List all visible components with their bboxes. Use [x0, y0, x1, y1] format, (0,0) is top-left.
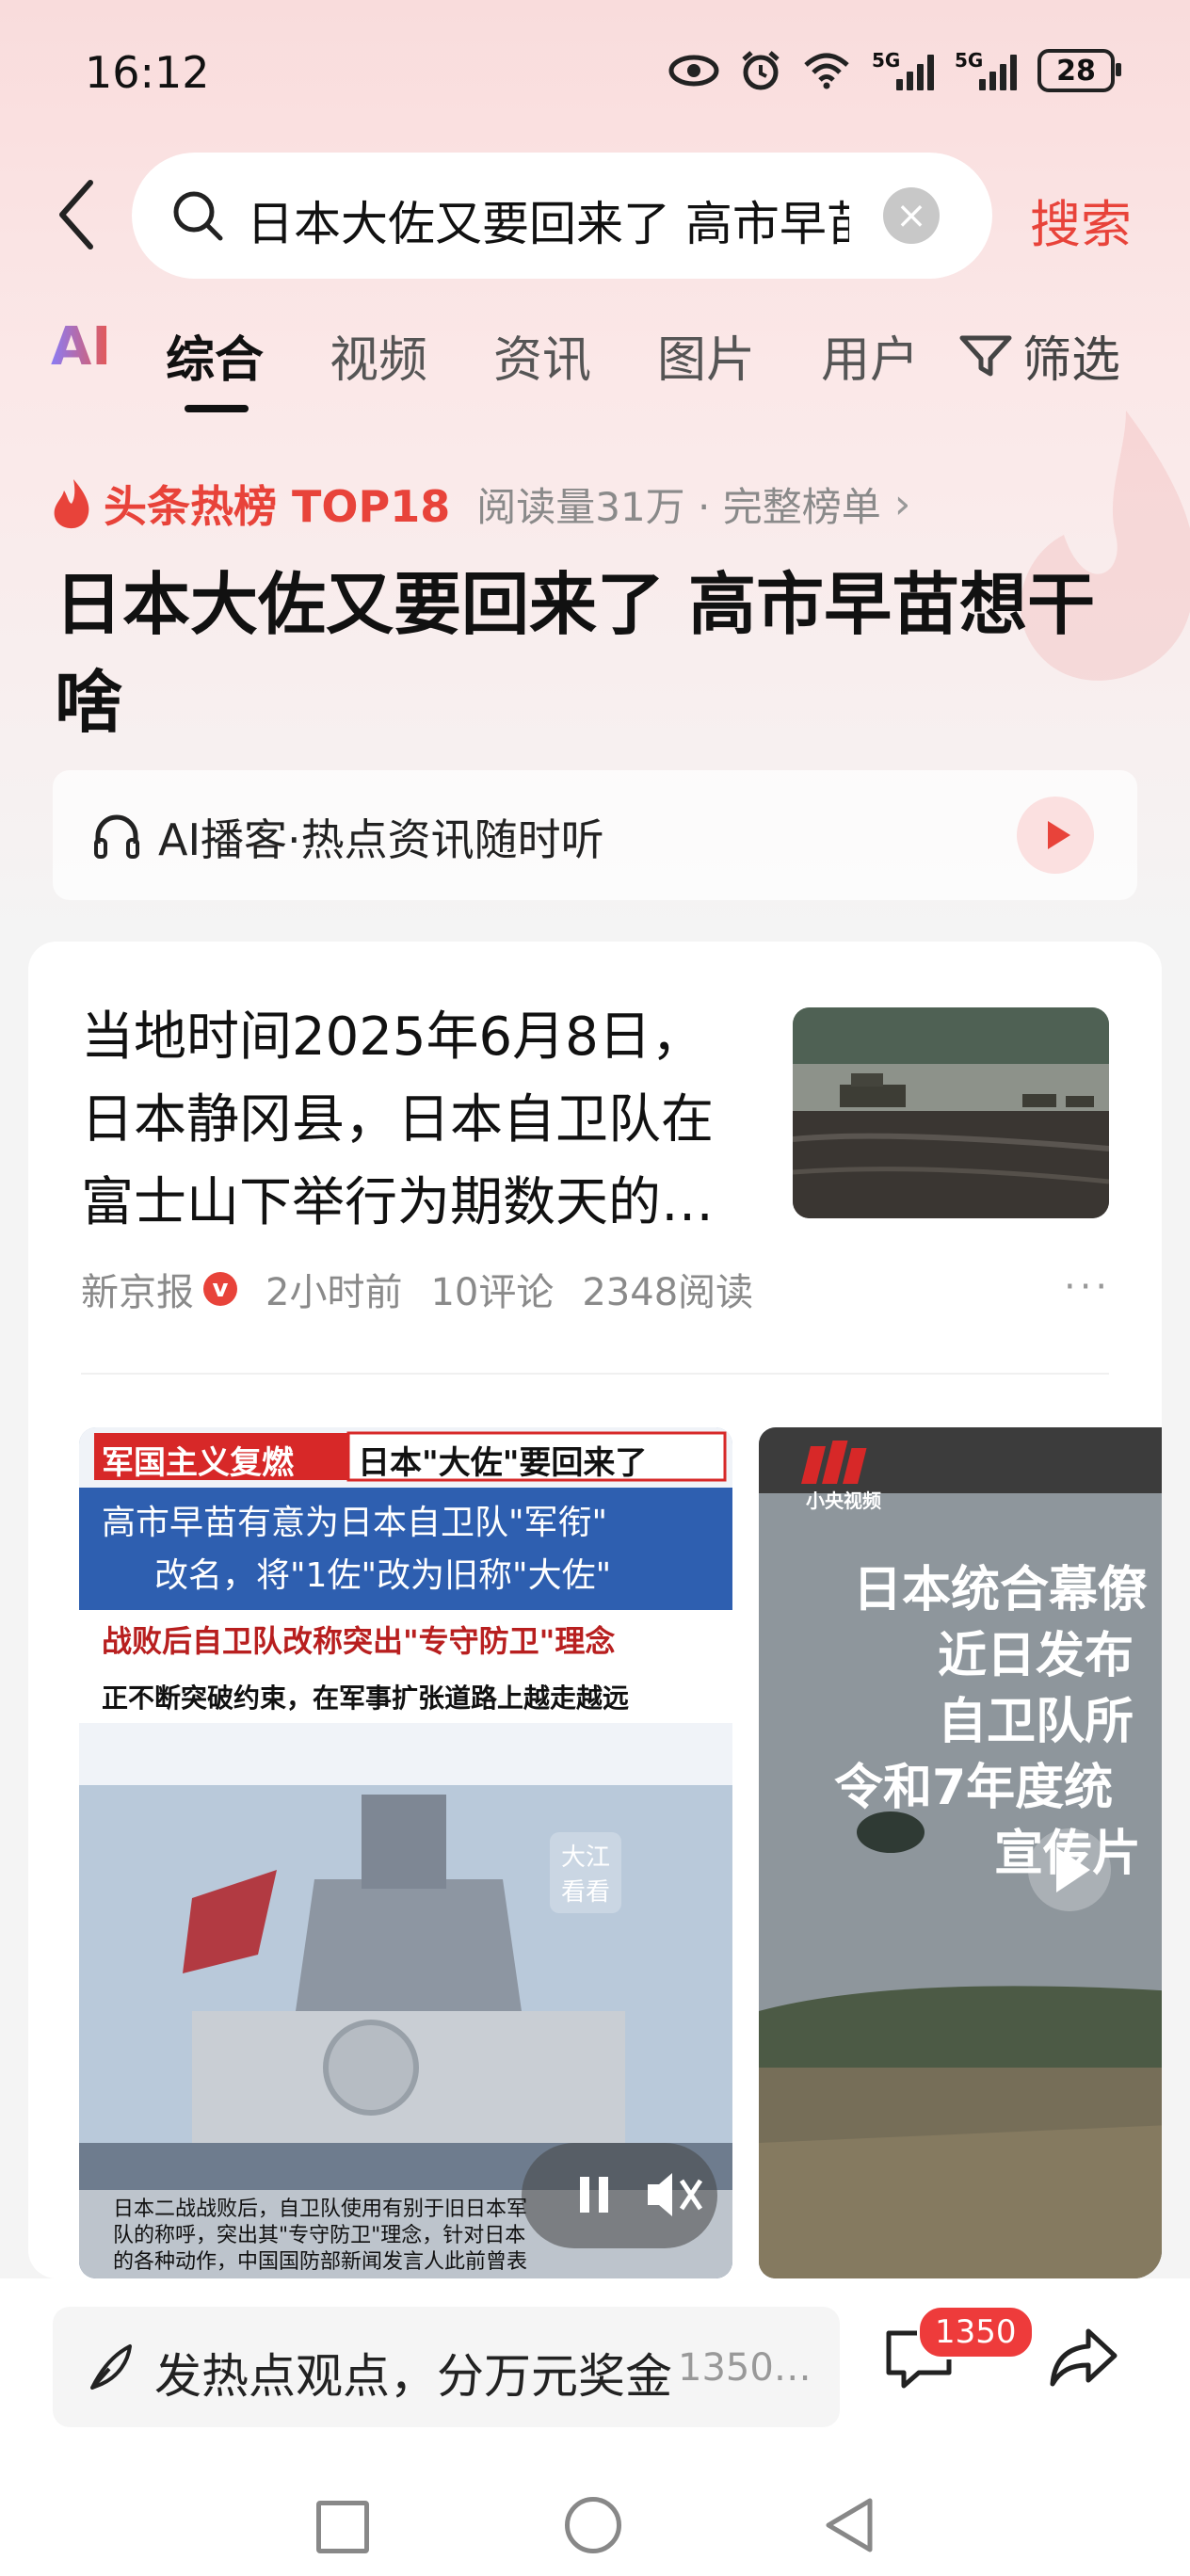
filter-icon: [959, 335, 1012, 376]
wifi-icon: [804, 53, 849, 89]
tab-video[interactable]: 视频: [330, 320, 427, 391]
article-line: 日本静冈县，日本自卫队在: [81, 1089, 714, 1151]
filter-label: 筛选: [1022, 332, 1121, 389]
tab-comprehensive[interactable]: 综合: [166, 320, 264, 391]
comment-count: 10评论: [430, 1271, 555, 1314]
back-arrow-icon[interactable]: [53, 177, 105, 252]
video-subtitle: 高市早苗有意为日本自卫队"军衔": [102, 1504, 608, 1542]
divider: [81, 1373, 1109, 1375]
ai-podcast-bar[interactable]: AI播客·热点资讯随时听: [53, 770, 1137, 900]
search-query[interactable]: 日本大佐又要回来了 高市早苗想干啥: [247, 186, 849, 245]
eye-icon: [668, 55, 719, 87]
status-bar: 16:12 5G 5G 28: [0, 0, 1190, 151]
chevron-right-icon: ›: [893, 479, 911, 528]
tab-ai[interactable]: AI: [51, 316, 111, 378]
system-back-button[interactable]: [821, 2495, 877, 2555]
tank-field-image: [793, 1007, 1109, 1218]
comment-count-preview: 1350…: [678, 2346, 812, 2390]
cellular-signal-icon: 5G: [955, 49, 1017, 90]
hot-rank-row[interactable]: 头条热榜 TOP18 阅读量31万 · 完整榜单 ›: [51, 473, 910, 535]
bottom-action-bar: 发热点观点，分万元奖金 1350… 1350: [0, 2278, 1190, 2576]
topic-headline: 日本大佐又要回来了 高市早苗想干啥: [55, 565, 1096, 742]
read-count: 2348阅读: [582, 1271, 754, 1314]
cellular-signal-icon: 5G: [872, 49, 934, 90]
active-tab-indicator: [185, 405, 249, 412]
video-subtitle: 改名，将"1佐"改为旧称"大佐": [154, 1556, 612, 1595]
hot-rank-label: 头条热榜 TOP18: [104, 481, 451, 532]
article-meta: 新京报 v 2小时前 10评论 2348阅读: [81, 1262, 753, 1316]
search-input[interactable]: 日本大佐又要回来了 高市早苗想干啥 ×: [132, 153, 992, 279]
alarm-icon: [742, 51, 780, 90]
video-banner-tag: 军国主义复燃: [102, 1444, 294, 1482]
home-button[interactable]: [565, 2497, 621, 2553]
video-title-line: 自卫队所: [938, 1694, 1134, 1750]
verified-icon: v: [203, 1272, 237, 1306]
article-line: 当地时间2025年6月8日，: [81, 1006, 704, 1068]
video-watermark: 大江看看: [550, 1832, 621, 1913]
video-caption: 的各种动作，中国国防部新闻发言人此前曾表: [113, 2250, 528, 2274]
video-title-line: 日本统合幕僚: [853, 1562, 1148, 1618]
battery-icon: 28: [1037, 49, 1121, 92]
recent-apps-button[interactable]: [316, 2501, 369, 2553]
clock: 16:12: [85, 47, 210, 98]
search-tabs: AI 综合 视频 资讯 图片 用户 筛选: [0, 316, 1190, 433]
comment-input[interactable]: 发热点观点，分万元奖金 1350…: [53, 2307, 840, 2427]
play-button[interactable]: [1017, 797, 1094, 874]
video-title-line: 宣传片: [994, 1826, 1142, 1882]
clear-search-button[interactable]: ×: [883, 187, 940, 244]
publish-time: 2小时前: [265, 1271, 403, 1314]
headphones-icon: [94, 814, 139, 859]
article-snippet[interactable]: 当地时间2025年6月8日， 日本静冈县，日本自卫队在 富士山下举行为期数天的…: [81, 996, 778, 1245]
video-banner-title: 日本"大佐"要回来了: [358, 1444, 648, 1482]
more-options-icon[interactable]: ···: [1064, 1265, 1111, 1309]
tab-images[interactable]: 图片: [657, 320, 755, 391]
article-thumbnail[interactable]: [793, 1007, 1109, 1218]
article-line: 富士山下举行为期数天的…: [81, 1172, 714, 1233]
video-card[interactable]: 小央视频 日本统合幕僚 近日发布 自卫队所 令和7年度统 宣传片: [759, 1427, 1162, 2278]
video-card[interactable]: 军国主义复燃 日本"大佐"要回来了 高市早苗有意为日本自卫队"军衔" 改名，将"…: [79, 1427, 732, 2278]
video-subtitle: 战败后自卫队改称突出"专守防卫"理念: [102, 1623, 616, 1659]
video-subtitle: 正不断突破约束，在军事扩张道路上越走越远: [102, 1682, 630, 1714]
search-icon: [173, 191, 223, 241]
tab-news[interactable]: 资讯: [493, 320, 591, 391]
hot-rank-meta[interactable]: 阅读量31万 · 完整榜单: [476, 475, 881, 533]
search-button[interactable]: 搜索: [1030, 183, 1132, 257]
result-card: 当地时间2025年6月8日， 日本静冈县，日本自卫队在 富士山下举行为期数天的……: [28, 942, 1162, 2278]
video-title-line: 近日发布: [938, 1628, 1134, 1684]
video-source-logo: 小央视频: [806, 1489, 881, 1512]
filter-button[interactable]: 筛选: [958, 320, 1120, 391]
share-icon[interactable]: [1047, 2324, 1120, 2390]
pen-icon: [90, 2344, 132, 2390]
flame-icon: [54, 479, 89, 529]
source-name[interactable]: 新京报: [81, 1262, 194, 1316]
tab-users[interactable]: 用户: [821, 320, 919, 391]
comment-placeholder: 发热点观点，分万元奖金: [154, 2349, 672, 2404]
video-title-line: 令和7年度统: [834, 1760, 1114, 1816]
podcast-label: AI播客·热点资讯随时听: [158, 814, 604, 865]
comment-badge: 1350: [917, 2305, 1035, 2359]
system-nav-bar: [0, 2482, 1190, 2576]
